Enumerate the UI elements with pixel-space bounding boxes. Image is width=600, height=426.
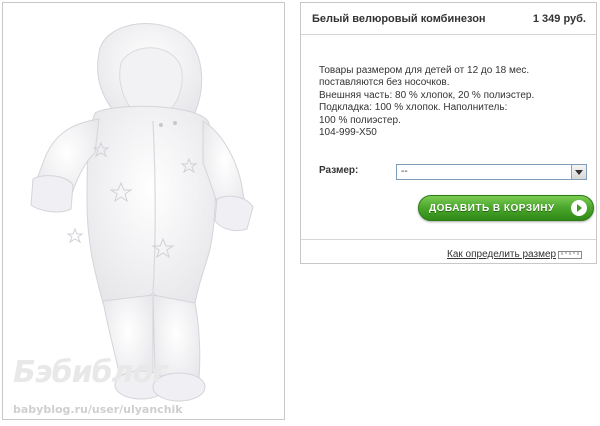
- description-line: 100 % полиэстер.: [319, 114, 401, 126]
- description-line: Подкладка: 100 % хлопок. Наполнитель:: [319, 102, 508, 114]
- chevron-down-icon[interactable]: [571, 165, 586, 179]
- watermark-logo: Бэбиблог: [13, 355, 168, 390]
- description-line: Внешняя часть: 80 % хлопок, 20 % полиэст…: [319, 89, 535, 101]
- product-sku: 104-999-X50: [319, 127, 377, 139]
- size-select-value: --: [401, 166, 408, 177]
- product-price: 1 349 руб.: [532, 12, 586, 25]
- product-title: Белый велюровый комбинезон: [312, 12, 486, 25]
- ruler-icon[interactable]: [558, 251, 582, 259]
- description-line: Товары размером для детей от 12 до 18 ме…: [319, 65, 530, 76]
- watermark-url: babyblog.ru/user/ulyanchik: [13, 403, 183, 416]
- product-description: Товары размером для детей от 12 до 18 ме…: [319, 65, 589, 139]
- divider: [301, 239, 596, 240]
- add-to-cart-button[interactable]: ДОБАВИТЬ В КОРЗИНУ: [418, 195, 594, 221]
- add-to-cart-label: ДОБАВИТЬ В КОРЗИНУ: [429, 202, 555, 214]
- size-help-link[interactable]: Как определить размер: [447, 249, 556, 260]
- size-select[interactable]: --: [396, 164, 587, 180]
- product-header: Белый велюровый комбинезон 1 349 руб.: [301, 3, 596, 35]
- product-photo-frame: Бэбиблог babyblog.ru/user/ulyanchik: [2, 2, 285, 420]
- product-info-box: Белый велюровый комбинезон 1 349 руб. То…: [300, 2, 597, 264]
- description-line: поставляются без носочков.: [319, 77, 450, 89]
- arrow-right-circle-icon: [571, 200, 587, 216]
- size-label: Размер:: [319, 165, 359, 176]
